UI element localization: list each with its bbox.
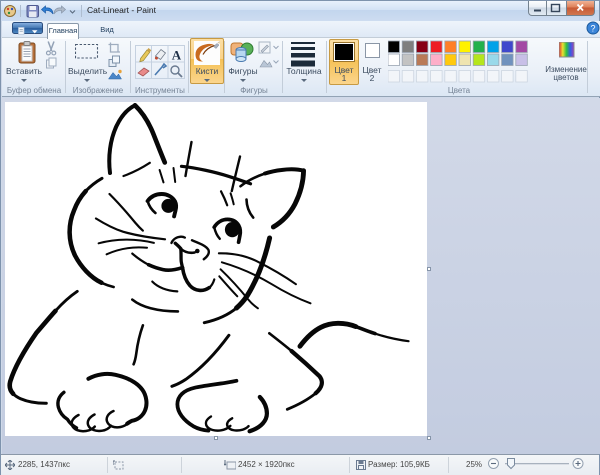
svg-text:A: A	[172, 48, 182, 63]
svg-text:?: ?	[590, 24, 595, 34]
